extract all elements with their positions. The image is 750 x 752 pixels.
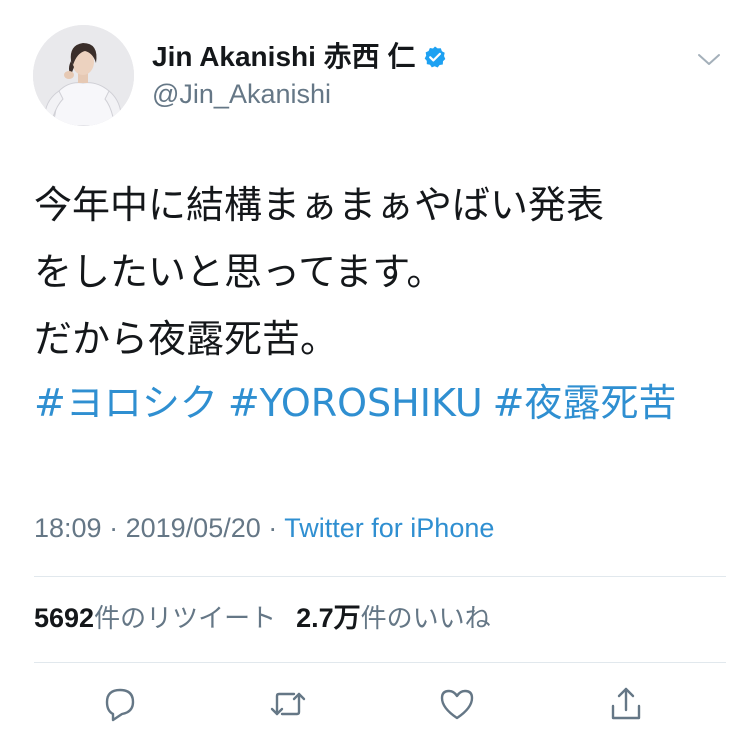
hashtag-list: #ヨロシク #YOROSHIKU #夜露死苦 bbox=[34, 377, 734, 429]
meta-separator: · bbox=[268, 513, 278, 543]
avatar-photo bbox=[33, 25, 134, 126]
tweet-text-line: 今年中に結構まぁまぁやばい発表 bbox=[34, 183, 605, 227]
retweets-stat[interactable]: 5692件のリツイート bbox=[34, 603, 277, 634]
retweets-label: 件のリツイート bbox=[94, 604, 277, 634]
share-button[interactable] bbox=[606, 684, 646, 724]
share-icon bbox=[611, 687, 641, 720]
tweet-meta: 18:09 · 2019/05/20 · Twitter for iPhone bbox=[34, 511, 494, 545]
chevron-down-icon[interactable] bbox=[696, 50, 722, 70]
tweet-time[interactable]: 18:09 bbox=[34, 513, 102, 543]
tweet-text-line: をしたいと思ってます。 bbox=[34, 250, 445, 294]
likes-stat[interactable]: 2.7万件のいいね bbox=[296, 603, 491, 634]
tweet-stats: 5692件のリツイート 2.7万件のいいね bbox=[34, 601, 491, 636]
verified-badge-icon bbox=[423, 45, 447, 69]
tweet-text: 今年中に結構まぁまぁやばい発表 をしたいと思ってます。 だから夜露死苦。 bbox=[34, 172, 734, 373]
likes-count: 2.7万 bbox=[296, 603, 361, 633]
likes-label: 件のいいね bbox=[360, 604, 491, 634]
tweet-date[interactable]: 2019/05/20 bbox=[126, 513, 261, 543]
heart-icon bbox=[440, 689, 474, 720]
tweet-source-link[interactable]: Twitter for iPhone bbox=[284, 513, 494, 543]
display-name-text: Jin Akanishi 赤西 仁 bbox=[152, 41, 416, 72]
hashtag-link[interactable]: #YOROSHIKU bbox=[228, 381, 483, 425]
tweet-card: Jin Akanishi 赤西 仁 @Jin_Akanishi 今年中に結構まぁ… bbox=[0, 0, 750, 752]
display-name[interactable]: Jin Akanishi 赤西 仁 bbox=[152, 40, 447, 74]
divider bbox=[34, 576, 726, 577]
retweets-count: 5692 bbox=[34, 603, 95, 633]
divider bbox=[34, 662, 726, 663]
retweet-icon bbox=[270, 692, 306, 716]
hashtag-link[interactable]: #ヨロシク bbox=[34, 381, 218, 425]
reply-icon bbox=[105, 688, 135, 722]
like-button[interactable] bbox=[437, 684, 477, 724]
avatar[interactable] bbox=[33, 25, 134, 126]
retweet-button[interactable] bbox=[268, 684, 308, 724]
user-handle[interactable]: @Jin_Akanishi bbox=[152, 78, 331, 110]
hashtag-link[interactable]: #夜露死苦 bbox=[493, 381, 677, 425]
meta-separator: · bbox=[109, 513, 119, 543]
reply-button[interactable] bbox=[100, 684, 140, 724]
tweet-text-line: だから夜露死苦。 bbox=[34, 317, 339, 361]
